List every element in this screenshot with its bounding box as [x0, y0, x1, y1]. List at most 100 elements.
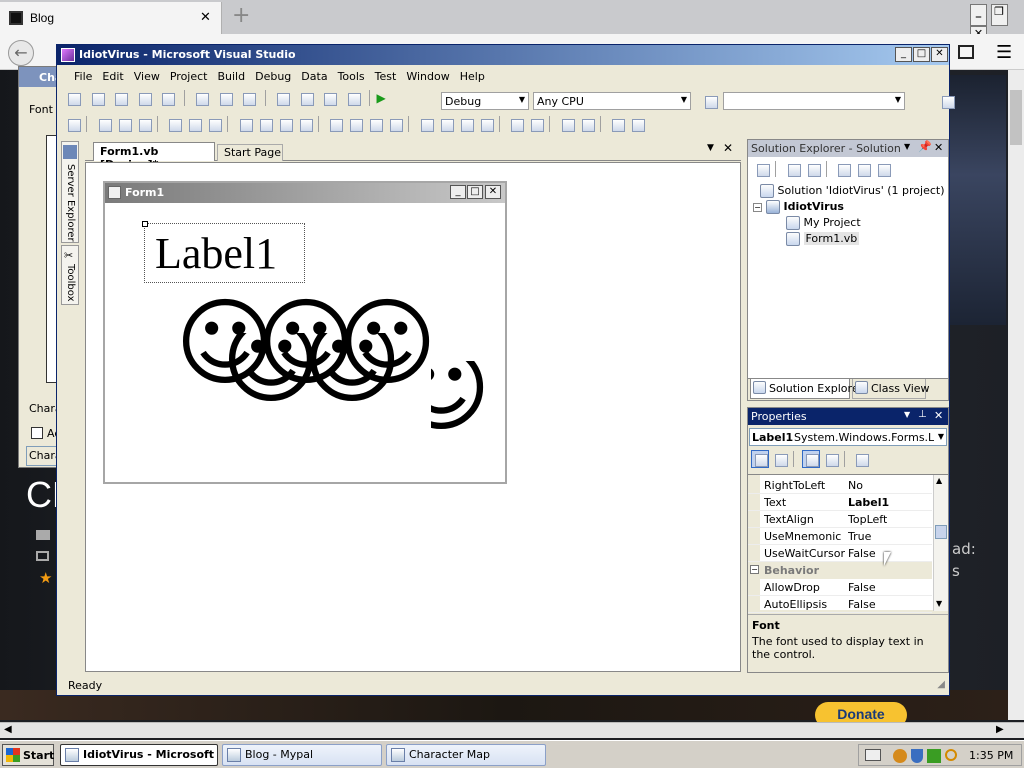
- config-dropdown[interactable]: Debug ▼: [441, 92, 529, 110]
- align-bottoms-icon[interactable]: [205, 115, 223, 133]
- cut-icon[interactable]: [192, 89, 210, 107]
- menu-window[interactable]: Window: [401, 66, 454, 87]
- menu-edit[interactable]: Edit: [97, 66, 128, 87]
- align-rights-icon[interactable]: [135, 115, 153, 133]
- horizontal-spacing-decrease-icon[interactable]: [366, 115, 384, 133]
- keyboard-icon[interactable]: [865, 749, 881, 761]
- menu-file[interactable]: File: [69, 66, 97, 87]
- pin-icon[interactable]: 📌: [918, 140, 932, 153]
- platform-dropdown[interactable]: Any CPU ▼: [533, 92, 691, 110]
- object-selector[interactable]: Label1 System.Windows.Forms.Labe ▼: [749, 428, 947, 446]
- center-horizontally-icon[interactable]: [507, 115, 525, 133]
- send-to-back-icon[interactable]: [578, 115, 596, 133]
- horizontal-spacing-equal-icon[interactable]: [326, 115, 344, 133]
- property-row[interactable]: RightToLeft No: [748, 477, 932, 494]
- menu-tools[interactable]: Tools: [333, 66, 370, 87]
- network-icon[interactable]: [893, 749, 907, 763]
- hscroll-left-icon[interactable]: ◀: [4, 724, 12, 735]
- property-value[interactable]: False: [848, 547, 876, 560]
- vs-minimize-button[interactable]: _: [895, 47, 912, 62]
- taskbar-button-blog[interactable]: Blog - Mypal: [222, 744, 382, 766]
- label1-control[interactable]: Label1: [142, 221, 305, 283]
- browser-maximize-button[interactable]: ❐: [990, 4, 1008, 26]
- menu-project[interactable]: Project: [165, 66, 213, 87]
- undo-icon[interactable]: [273, 89, 291, 107]
- panel-close-icon[interactable]: ✕: [934, 141, 943, 154]
- size-to-grid-icon[interactable]: [296, 115, 314, 133]
- find-icon[interactable]: [938, 92, 956, 110]
- show-all-files-icon[interactable]: [784, 160, 802, 178]
- design-surface[interactable]: Form1 _ □ ✕ Label1 ☺ ☺ ☺ ☺ ☺ ☺: [85, 162, 741, 672]
- menu-help[interactable]: Help: [455, 66, 490, 87]
- property-row[interactable]: UseWaitCursor False: [748, 545, 932, 562]
- tree-item-project[interactable]: IdiotVirus: [766, 200, 844, 216]
- add-item-icon[interactable]: [88, 89, 106, 107]
- start-button[interactable]: Start: [2, 744, 54, 766]
- tab-close-icon[interactable]: ✕: [200, 10, 211, 25]
- property-grid-scrollbar[interactable]: ▲ ▼: [933, 475, 948, 611]
- page-hscrollbar[interactable]: ◀ ▶: [0, 722, 1024, 738]
- navigate-backward-icon[interactable]: [320, 89, 338, 107]
- make-same-size-icon[interactable]: [276, 115, 294, 133]
- tree-expander-icon[interactable]: −: [753, 203, 762, 212]
- resize-grip-icon[interactable]: ◢: [937, 679, 945, 690]
- panel-dropdown-icon[interactable]: ▼: [904, 410, 910, 419]
- taskbar-button-visual-studio[interactable]: IdiotVirus - Microsoft ...: [60, 744, 218, 766]
- vertical-spacing-decrease-icon[interactable]: [457, 115, 475, 133]
- vertical-spacing-equal-icon[interactable]: [417, 115, 435, 133]
- align-to-grid-icon[interactable]: [64, 115, 82, 133]
- browser-minimize-button[interactable]: _: [970, 4, 987, 26]
- events-icon[interactable]: [822, 450, 840, 468]
- pin-icon[interactable]: ⊥: [918, 409, 927, 420]
- lock-controls-icon[interactable]: [628, 115, 646, 133]
- menu-data[interactable]: Data: [296, 66, 332, 87]
- save-all-icon[interactable]: [158, 89, 176, 107]
- tab-class-view[interactable]: Class View: [852, 379, 930, 399]
- back-icon[interactable]: ←: [8, 40, 34, 66]
- panel-close-icon[interactable]: ✕: [934, 409, 943, 422]
- property-pages-icon[interactable]: [852, 450, 870, 468]
- redo-icon[interactable]: [297, 89, 315, 107]
- vs-maximize-button[interactable]: □: [913, 47, 930, 62]
- shield-icon[interactable]: [911, 749, 923, 763]
- tree-item-my-project[interactable]: My Project: [786, 216, 861, 232]
- scroll-up-icon[interactable]: ▲: [936, 476, 942, 485]
- scrollbar-thumb[interactable]: [935, 525, 947, 539]
- start-debugging-icon[interactable]: ▶: [377, 91, 391, 105]
- view-code-icon[interactable]: [834, 160, 852, 178]
- hscroll-right-icon[interactable]: ▶: [996, 724, 1004, 735]
- browser-tab[interactable]: Blog ✕: [0, 2, 222, 34]
- open-icon[interactable]: [111, 89, 129, 107]
- tab-order-icon[interactable]: [608, 115, 626, 133]
- panel-dropdown-icon[interactable]: ▼: [904, 142, 910, 151]
- scrollbar-thumb[interactable]: [1010, 90, 1022, 145]
- center-vertically-icon[interactable]: [527, 115, 545, 133]
- vertical-spacing-remove-icon[interactable]: [477, 115, 495, 133]
- category-collapse-icon[interactable]: −: [750, 565, 759, 574]
- label1-selection-handle[interactable]: [142, 221, 148, 227]
- copy-icon[interactable]: [216, 89, 234, 107]
- document-close-icon[interactable]: ✕: [723, 141, 733, 155]
- refresh-icon[interactable]: [804, 160, 822, 178]
- menu-build[interactable]: Build: [212, 66, 250, 87]
- menu-view[interactable]: View: [129, 66, 165, 87]
- property-value[interactable]: Label1: [848, 496, 889, 509]
- property-value[interactable]: False: [848, 581, 876, 594]
- paste-icon[interactable]: [239, 89, 257, 107]
- property-row[interactable]: TextAlign TopLeft: [748, 511, 932, 528]
- property-row[interactable]: AllowDrop False: [748, 579, 932, 596]
- align-tops-icon[interactable]: [165, 115, 183, 133]
- alphabetical-icon[interactable]: [771, 450, 789, 468]
- tab-solution-explorer[interactable]: Solution Explorer: [750, 379, 863, 399]
- tab-form1-design[interactable]: Form1.vb [Design]*: [93, 142, 215, 171]
- search-icon[interactable]: [945, 749, 957, 761]
- side-tab-server-explorer[interactable]: Server Explorer: [61, 141, 79, 243]
- bring-to-front-icon[interactable]: [558, 115, 576, 133]
- align-centers-icon[interactable]: [115, 115, 133, 133]
- property-row[interactable]: AutoEllipsis False: [748, 596, 932, 613]
- property-category-row[interactable]: − Behavior: [748, 562, 932, 579]
- vertical-spacing-increase-icon[interactable]: [437, 115, 455, 133]
- tree-item-form1[interactable]: Form1.vb: [786, 232, 860, 248]
- properties-view-icon[interactable]: [801, 450, 820, 468]
- align-middles-icon[interactable]: [185, 115, 203, 133]
